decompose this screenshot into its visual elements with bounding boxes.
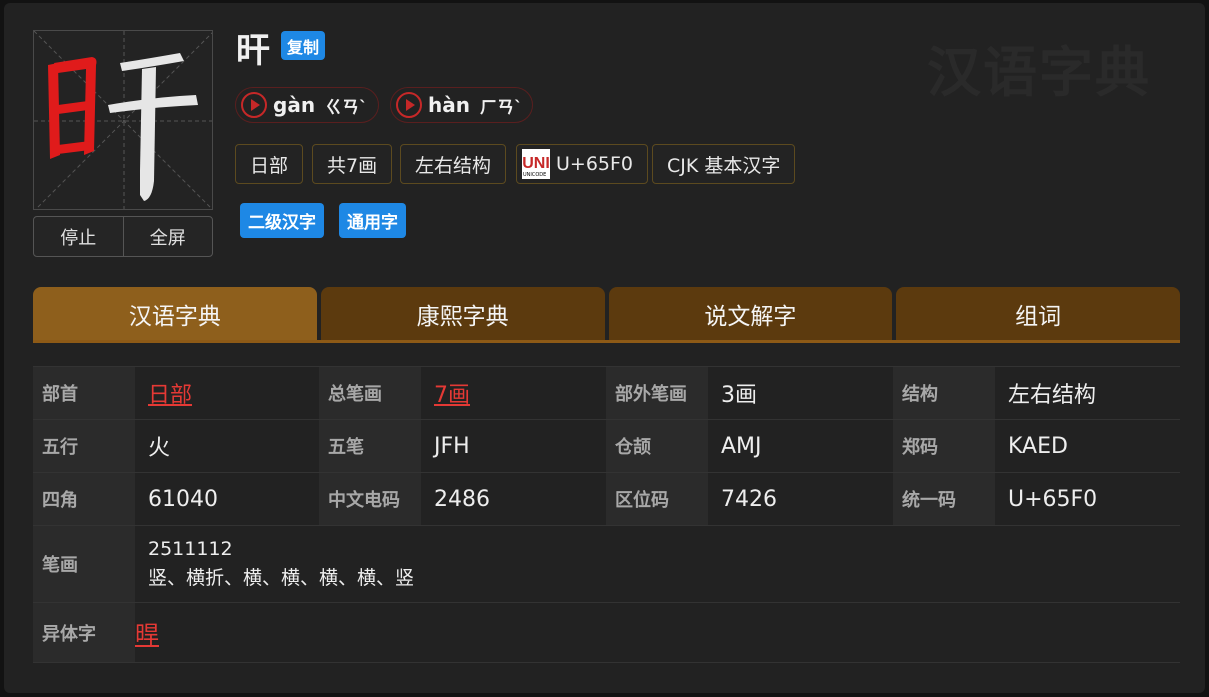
structure-value: 左右结构 — [1008, 383, 1097, 408]
tab-shuowen-jiezi[interactable]: 说文解字 — [608, 287, 893, 340]
quwei-code-label: 区位码 — [606, 473, 708, 525]
radical-strokes — [48, 57, 97, 159]
telegraph-code-label: 中文电码 — [319, 473, 421, 525]
stroke-order-code: 2511112 — [148, 538, 233, 560]
wuxing-value: 火 — [148, 436, 171, 461]
radical-link[interactable]: 日部 — [148, 377, 192, 409]
unicode-logo-icon: UNI UNICODE — [522, 149, 550, 179]
play-audio-icon — [396, 92, 422, 118]
character-info-table: 部首 日部 总笔画 7画 部外笔画 3画 结构 左右结构 五行 火 五笔 JFH… — [33, 366, 1180, 663]
fullscreen-button[interactable]: 全屏 — [122, 217, 213, 256]
unicode-table-value: U+65F0 — [1008, 486, 1098, 512]
zhuyin-text: ㄏㄢˋ — [479, 97, 523, 118]
variant-label: 异体字 — [33, 603, 135, 662]
four-corner-value: 61040 — [148, 486, 218, 512]
copy-button[interactable]: 复制 — [281, 31, 326, 60]
stop-button[interactable]: 停止 — [34, 217, 123, 256]
telegraph-code-value: 2486 — [434, 486, 490, 512]
cangjie-value: AMJ — [721, 433, 762, 459]
total-strokes-link[interactable]: 7画 — [434, 377, 470, 409]
pinyin-text: gàn — [273, 93, 316, 117]
zhengma-value: KAED — [1008, 433, 1068, 459]
unicode-label: 统一码 — [893, 473, 995, 525]
cjk-block-tag[interactable]: CJK 基本汉字 — [652, 144, 796, 184]
four-corner-label: 四角 — [33, 473, 135, 525]
table-row: 异体字 晘 — [33, 603, 1180, 663]
stroke-order-label: 笔画 — [33, 526, 135, 602]
stroke-order-value: 2511112 竖、横折、横、横、横、横、竖 — [135, 526, 1180, 602]
extra-strokes-value: 3画 — [721, 383, 757, 408]
wubi-value: JFH — [434, 433, 470, 459]
wubi-label: 五笔 — [319, 420, 421, 472]
structure-label: 结构 — [893, 367, 995, 419]
total-strokes-label: 总笔画 — [319, 367, 421, 419]
pinyin-text: hàn — [428, 93, 470, 117]
phonetic-strokes — [108, 53, 198, 201]
table-row: 四角 61040 中文电码 2486 区位码 7426 统一码 U+65F0 — [33, 473, 1180, 526]
stroke-count-tag[interactable]: 共7画 — [312, 144, 393, 184]
radical-tag[interactable]: 日部 — [235, 144, 304, 184]
stroke-order-names: 竖、横折、横、横、横、横、竖 — [148, 567, 415, 589]
cangjie-label: 仓颉 — [606, 420, 708, 472]
radical-label: 部首 — [33, 367, 135, 419]
variant-link[interactable]: 晘 — [135, 615, 159, 650]
stroke-grid — [34, 31, 212, 209]
tab-kangxi-zidian[interactable]: 康熙字典 — [320, 287, 605, 340]
table-row: 笔画 2511112 竖、横折、横、横、横、横、竖 — [33, 526, 1180, 603]
watermark: 汉语字典 — [927, 41, 1151, 104]
tab-zuci[interactable]: 组词 — [896, 287, 1180, 340]
extra-strokes-label: 部外笔画 — [606, 367, 708, 419]
level-badge: 二级汉字 — [240, 203, 324, 238]
wuxing-label: 五行 — [33, 420, 135, 472]
unicode-value: U+65F0 — [556, 153, 634, 175]
playback-controls: 停止 全屏 — [33, 216, 213, 257]
quwei-code-value: 7426 — [721, 486, 777, 512]
play-audio-icon — [241, 92, 267, 118]
character-stroke-canvas — [33, 30, 213, 210]
structure-tag[interactable]: 左右结构 — [400, 144, 507, 184]
zhengma-label: 郑码 — [893, 420, 995, 472]
headword-character: 旰 — [236, 31, 270, 71]
unicode-tag[interactable]: UNI UNICODE U+65F0 — [516, 144, 649, 184]
pinyin-han-audio[interactable]: hàn ㄏㄢˋ — [390, 87, 534, 123]
dictionary-tabs: 汉语字典 康熙字典 说文解字 组词 — [33, 287, 1180, 343]
table-row: 五行 火 五笔 JFH 仓颉 AMJ 郑码 KAED — [33, 420, 1180, 473]
zhuyin-text: ㄍㄢˋ — [325, 97, 368, 118]
common-char-badge: 通用字 — [339, 203, 406, 238]
tab-hanyu-zidian[interactable]: 汉语字典 — [33, 287, 317, 340]
pinyin-gan-audio[interactable]: gàn ㄍㄢˋ — [235, 87, 379, 123]
table-row: 部首 日部 总笔画 7画 部外笔画 3画 结构 左右结构 — [33, 367, 1180, 420]
